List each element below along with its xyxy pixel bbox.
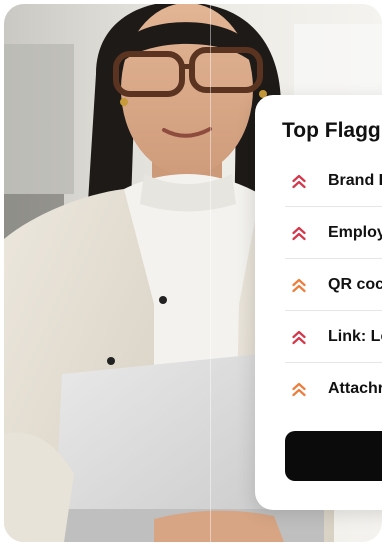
list-item-label: Brand I [328,171,382,189]
list-item[interactable]: QR coc [285,259,382,311]
card-title: Top Flagg [282,119,381,142]
list-item-label: QR coc [328,275,382,293]
photo-divider-line [210,4,211,542]
top-flagged-card: Top Flagg Brand I Employ QR coc Link: L … [255,95,382,510]
list-item[interactable]: Brand I [285,155,382,207]
flagged-list: Brand I Employ QR coc Link: Le [285,155,382,415]
list-item-label: Employ [328,223,382,241]
list-item[interactable]: Attachr [285,363,382,415]
double-chevron-up-icon [290,380,308,398]
list-item-label: Attachr [328,380,382,397]
double-chevron-up-icon [290,276,308,294]
double-chevron-up-icon [290,224,308,242]
double-chevron-up-icon [290,328,308,346]
double-chevron-up-icon [290,172,308,190]
hero-frame: Top Flagg Brand I Employ QR coc Link: L … [4,4,382,542]
list-item[interactable]: Link: Le [285,311,382,363]
card-action-button[interactable] [285,431,382,481]
list-item-label: Link: Le [328,327,382,345]
list-item[interactable]: Employ [285,207,382,259]
